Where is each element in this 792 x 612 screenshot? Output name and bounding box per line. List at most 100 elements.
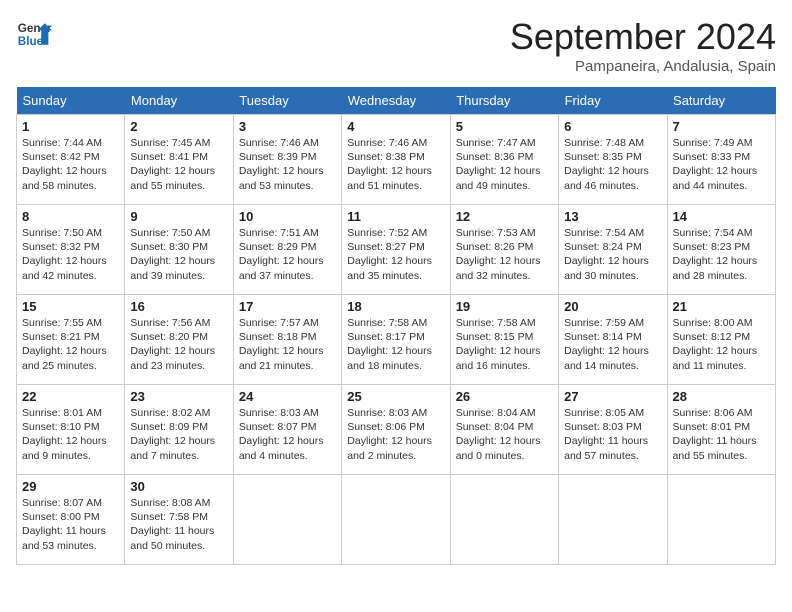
cell-info: Sunrise: 8:08 AMSunset: 7:58 PMDaylight:… bbox=[130, 496, 227, 553]
weekday-header: Saturday bbox=[667, 87, 775, 115]
calendar-cell: 22 Sunrise: 8:01 AMSunset: 8:10 PMDayligh… bbox=[17, 385, 125, 475]
day-number: 13 bbox=[564, 209, 661, 224]
day-number: 14 bbox=[673, 209, 770, 224]
cell-info: Sunrise: 8:03 AMSunset: 8:06 PMDaylight:… bbox=[347, 406, 444, 463]
cell-info: Sunrise: 8:00 AMSunset: 8:12 PMDaylight:… bbox=[673, 316, 770, 373]
cell-info: Sunrise: 7:49 AMSunset: 8:33 PMDaylight:… bbox=[673, 136, 770, 193]
calendar-cell: 7 Sunrise: 7:49 AMSunset: 8:33 PMDaylight… bbox=[667, 115, 775, 205]
calendar-cell: 4Sunrise: 7:46 AMSunset: 8:38 PMDaylight… bbox=[342, 115, 450, 205]
day-number: 20 bbox=[564, 299, 661, 314]
weekday-header: Friday bbox=[559, 87, 667, 115]
weekday-header: Monday bbox=[125, 87, 233, 115]
day-number: 16 bbox=[130, 299, 227, 314]
weekday-header: Wednesday bbox=[342, 87, 450, 115]
calendar-cell: 9 Sunrise: 7:50 AMSunset: 8:30 PMDaylight… bbox=[125, 205, 233, 295]
day-number: 25 bbox=[347, 389, 444, 404]
calendar-table: SundayMondayTuesdayWednesdayThursdayFrid… bbox=[16, 87, 776, 565]
weekday-header: Sunday bbox=[17, 87, 125, 115]
logo: General Blue bbox=[16, 16, 52, 52]
calendar-cell bbox=[233, 475, 341, 565]
calendar-cell: 29 Sunrise: 8:07 AMSunset: 8:00 PMDayligh… bbox=[17, 475, 125, 565]
week-row: 29 Sunrise: 8:07 AMSunset: 8:00 PMDayligh… bbox=[17, 475, 776, 565]
cell-info: Sunrise: 7:46 AMSunset: 8:39 PMDaylight:… bbox=[239, 136, 336, 193]
svg-text:Blue: Blue bbox=[18, 35, 44, 48]
cell-info: Sunrise: 8:04 AMSunset: 8:04 PMDaylight:… bbox=[456, 406, 553, 463]
weekday-header: Tuesday bbox=[233, 87, 341, 115]
calendar-cell: 2Sunrise: 7:45 AMSunset: 8:41 PMDaylight… bbox=[125, 115, 233, 205]
calendar-cell: 26 Sunrise: 8:04 AMSunset: 8:04 PMDayligh… bbox=[450, 385, 558, 475]
week-row: 8 Sunrise: 7:50 AMSunset: 8:32 PMDaylight… bbox=[17, 205, 776, 295]
calendar-cell: 24Sunrise: 8:03 AMSunset: 8:07 PMDayligh… bbox=[233, 385, 341, 475]
day-number: 12 bbox=[456, 209, 553, 224]
week-row: 22 Sunrise: 8:01 AMSunset: 8:10 PMDayligh… bbox=[17, 385, 776, 475]
day-number: 29 bbox=[22, 479, 119, 494]
calendar-cell: 11Sunrise: 7:52 AMSunset: 8:27 PMDayligh… bbox=[342, 205, 450, 295]
cell-info: Sunrise: 7:45 AMSunset: 8:41 PMDaylight:… bbox=[130, 136, 227, 193]
day-number: 17 bbox=[239, 299, 336, 314]
calendar-cell: 14 Sunrise: 7:54 AMSunset: 8:23 PMDayligh… bbox=[667, 205, 775, 295]
cell-info: Sunrise: 7:50 AMSunset: 8:30 PMDaylight:… bbox=[130, 226, 227, 283]
cell-info: Sunrise: 7:47 AMSunset: 8:36 PMDaylight:… bbox=[456, 136, 553, 193]
day-number: 3 bbox=[239, 119, 336, 134]
calendar-cell: 10Sunrise: 7:51 AMSunset: 8:29 PMDayligh… bbox=[233, 205, 341, 295]
day-number: 5 bbox=[456, 119, 553, 134]
day-number: 18 bbox=[347, 299, 444, 314]
day-number: 23 bbox=[130, 389, 227, 404]
calendar-cell: 16Sunrise: 7:56 AMSunset: 8:20 PMDayligh… bbox=[125, 295, 233, 385]
calendar-cell bbox=[450, 475, 558, 565]
cell-info: Sunrise: 8:05 AMSunset: 8:03 PMDaylight:… bbox=[564, 406, 661, 463]
calendar-cell: 6 Sunrise: 7:48 AMSunset: 8:35 PMDaylight… bbox=[559, 115, 667, 205]
calendar-cell: 5 Sunrise: 7:47 AMSunset: 8:36 PMDaylight… bbox=[450, 115, 558, 205]
cell-info: Sunrise: 7:48 AMSunset: 8:35 PMDaylight:… bbox=[564, 136, 661, 193]
calendar-cell: 21 Sunrise: 8:00 AMSunset: 8:12 PMDayligh… bbox=[667, 295, 775, 385]
day-number: 7 bbox=[673, 119, 770, 134]
calendar-cell: 25 Sunrise: 8:03 AMSunset: 8:06 PMDayligh… bbox=[342, 385, 450, 475]
calendar-cell: 17 Sunrise: 7:57 AMSunset: 8:18 PMDayligh… bbox=[233, 295, 341, 385]
cell-info: Sunrise: 7:52 AMSunset: 8:27 PMDaylight:… bbox=[347, 226, 444, 283]
logo-icon: General Blue bbox=[16, 16, 52, 52]
calendar-cell: 18Sunrise: 7:58 AMSunset: 8:17 PMDayligh… bbox=[342, 295, 450, 385]
cell-info: Sunrise: 7:59 AMSunset: 8:14 PMDaylight:… bbox=[564, 316, 661, 373]
calendar-cell: 23 Sunrise: 8:02 AMSunset: 8:09 PMDayligh… bbox=[125, 385, 233, 475]
day-number: 26 bbox=[456, 389, 553, 404]
day-number: 10 bbox=[239, 209, 336, 224]
day-number: 6 bbox=[564, 119, 661, 134]
calendar-cell: 15Sunrise: 7:55 AMSunset: 8:21 PMDayligh… bbox=[17, 295, 125, 385]
cell-info: Sunrise: 7:44 AMSunset: 8:42 PMDaylight:… bbox=[22, 136, 119, 193]
day-number: 22 bbox=[22, 389, 119, 404]
day-number: 1 bbox=[22, 119, 119, 134]
page-header: General Blue September 2024 Pampaneira, … bbox=[16, 16, 776, 75]
calendar-cell: 28Sunrise: 8:06 AMSunset: 8:01 PMDayligh… bbox=[667, 385, 775, 475]
week-row: 15Sunrise: 7:55 AMSunset: 8:21 PMDayligh… bbox=[17, 295, 776, 385]
calendar-cell: 13 Sunrise: 7:54 AMSunset: 8:24 PMDayligh… bbox=[559, 205, 667, 295]
cell-info: Sunrise: 7:54 AMSunset: 8:24 PMDaylight:… bbox=[564, 226, 661, 283]
cell-info: Sunrise: 8:07 AMSunset: 8:00 PMDaylight:… bbox=[22, 496, 119, 553]
calendar-cell bbox=[342, 475, 450, 565]
header-row: SundayMondayTuesdayWednesdayThursdayFrid… bbox=[17, 87, 776, 115]
day-number: 21 bbox=[673, 299, 770, 314]
day-number: 30 bbox=[130, 479, 227, 494]
cell-info: Sunrise: 7:46 AMSunset: 8:38 PMDaylight:… bbox=[347, 136, 444, 193]
cell-info: Sunrise: 7:55 AMSunset: 8:21 PMDaylight:… bbox=[22, 316, 119, 373]
location-title: Pampaneira, Andalusia, Spain bbox=[510, 58, 776, 75]
calendar-cell: 27Sunrise: 8:05 AMSunset: 8:03 PMDayligh… bbox=[559, 385, 667, 475]
day-number: 9 bbox=[130, 209, 227, 224]
weekday-header: Thursday bbox=[450, 87, 558, 115]
calendar-cell: 8 Sunrise: 7:50 AMSunset: 8:32 PMDaylight… bbox=[17, 205, 125, 295]
title-area: September 2024 Pampaneira, Andalusia, Sp… bbox=[510, 16, 776, 75]
cell-info: Sunrise: 8:01 AMSunset: 8:10 PMDaylight:… bbox=[22, 406, 119, 463]
calendar-cell: 3 Sunrise: 7:46 AMSunset: 8:39 PMDaylight… bbox=[233, 115, 341, 205]
day-number: 24 bbox=[239, 389, 336, 404]
cell-info: Sunrise: 7:57 AMSunset: 8:18 PMDaylight:… bbox=[239, 316, 336, 373]
day-number: 28 bbox=[673, 389, 770, 404]
cell-info: Sunrise: 7:50 AMSunset: 8:32 PMDaylight:… bbox=[22, 226, 119, 283]
day-number: 8 bbox=[22, 209, 119, 224]
cell-info: Sunrise: 8:02 AMSunset: 8:09 PMDaylight:… bbox=[130, 406, 227, 463]
calendar-cell bbox=[559, 475, 667, 565]
cell-info: Sunrise: 7:54 AMSunset: 8:23 PMDaylight:… bbox=[673, 226, 770, 283]
cell-info: Sunrise: 7:58 AMSunset: 8:15 PMDaylight:… bbox=[456, 316, 553, 373]
month-title: September 2024 bbox=[510, 16, 776, 58]
calendar-cell bbox=[667, 475, 775, 565]
day-number: 19 bbox=[456, 299, 553, 314]
calendar-cell: 30 Sunrise: 8:08 AMSunset: 7:58 PMDayligh… bbox=[125, 475, 233, 565]
